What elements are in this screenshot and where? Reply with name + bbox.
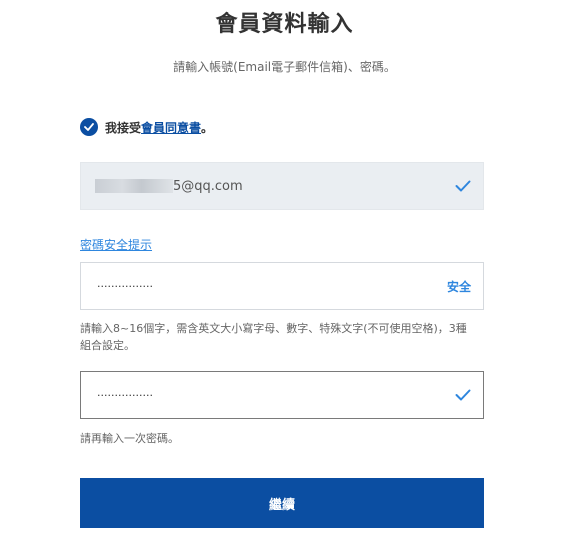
- checkmark-icon: [455, 389, 471, 401]
- confirm-status: [443, 389, 483, 401]
- email-field-value: 5@qq.com: [81, 179, 443, 194]
- page-title: 會員資料輸入: [215, 12, 354, 37]
- continue-button[interactable]: 繼續: [80, 478, 484, 528]
- agreement-checkbox[interactable]: [80, 118, 98, 136]
- member-agreement-link[interactable]: 會員同意書: [141, 119, 201, 136]
- agreement-prefix: 我接受: [105, 120, 142, 135]
- email-status: [443, 180, 483, 192]
- confirm-password-value: ················: [97, 388, 153, 402]
- email-field[interactable]: 5@qq.com: [80, 162, 484, 210]
- password-security-tip-link[interactable]: 密碼安全提示: [80, 236, 152, 253]
- register-page: 會員資料輸入 請輸入帳號(Email電子郵件信箱)、密碼。 我接受 會員同意書 …: [0, 0, 569, 548]
- password-help-text: 請輸入8~16個字，需含英文大小寫字母、數字、特殊文字(不可使用空格)，3種組合…: [80, 322, 467, 352]
- password-field-value: ················: [97, 279, 153, 293]
- email-visible-text: 5@qq.com: [173, 178, 243, 194]
- confirm-help-text: 請再輸入一次密碼。: [80, 432, 179, 445]
- page-subtitle: 請輸入帳號(Email電子郵件信箱)、密碼。: [173, 60, 396, 74]
- agreement-suffix: 。: [201, 120, 214, 135]
- checkmark-icon: [455, 180, 471, 192]
- checkmark-icon: [84, 123, 94, 131]
- agreement-row: 我接受 會員同意書 。: [80, 117, 213, 137]
- email-redaction: [95, 179, 173, 193]
- password-field[interactable]: ················ 安全: [80, 262, 484, 310]
- confirm-password-field[interactable]: ················: [80, 371, 484, 419]
- password-strength-badge: 安全: [446, 279, 471, 294]
